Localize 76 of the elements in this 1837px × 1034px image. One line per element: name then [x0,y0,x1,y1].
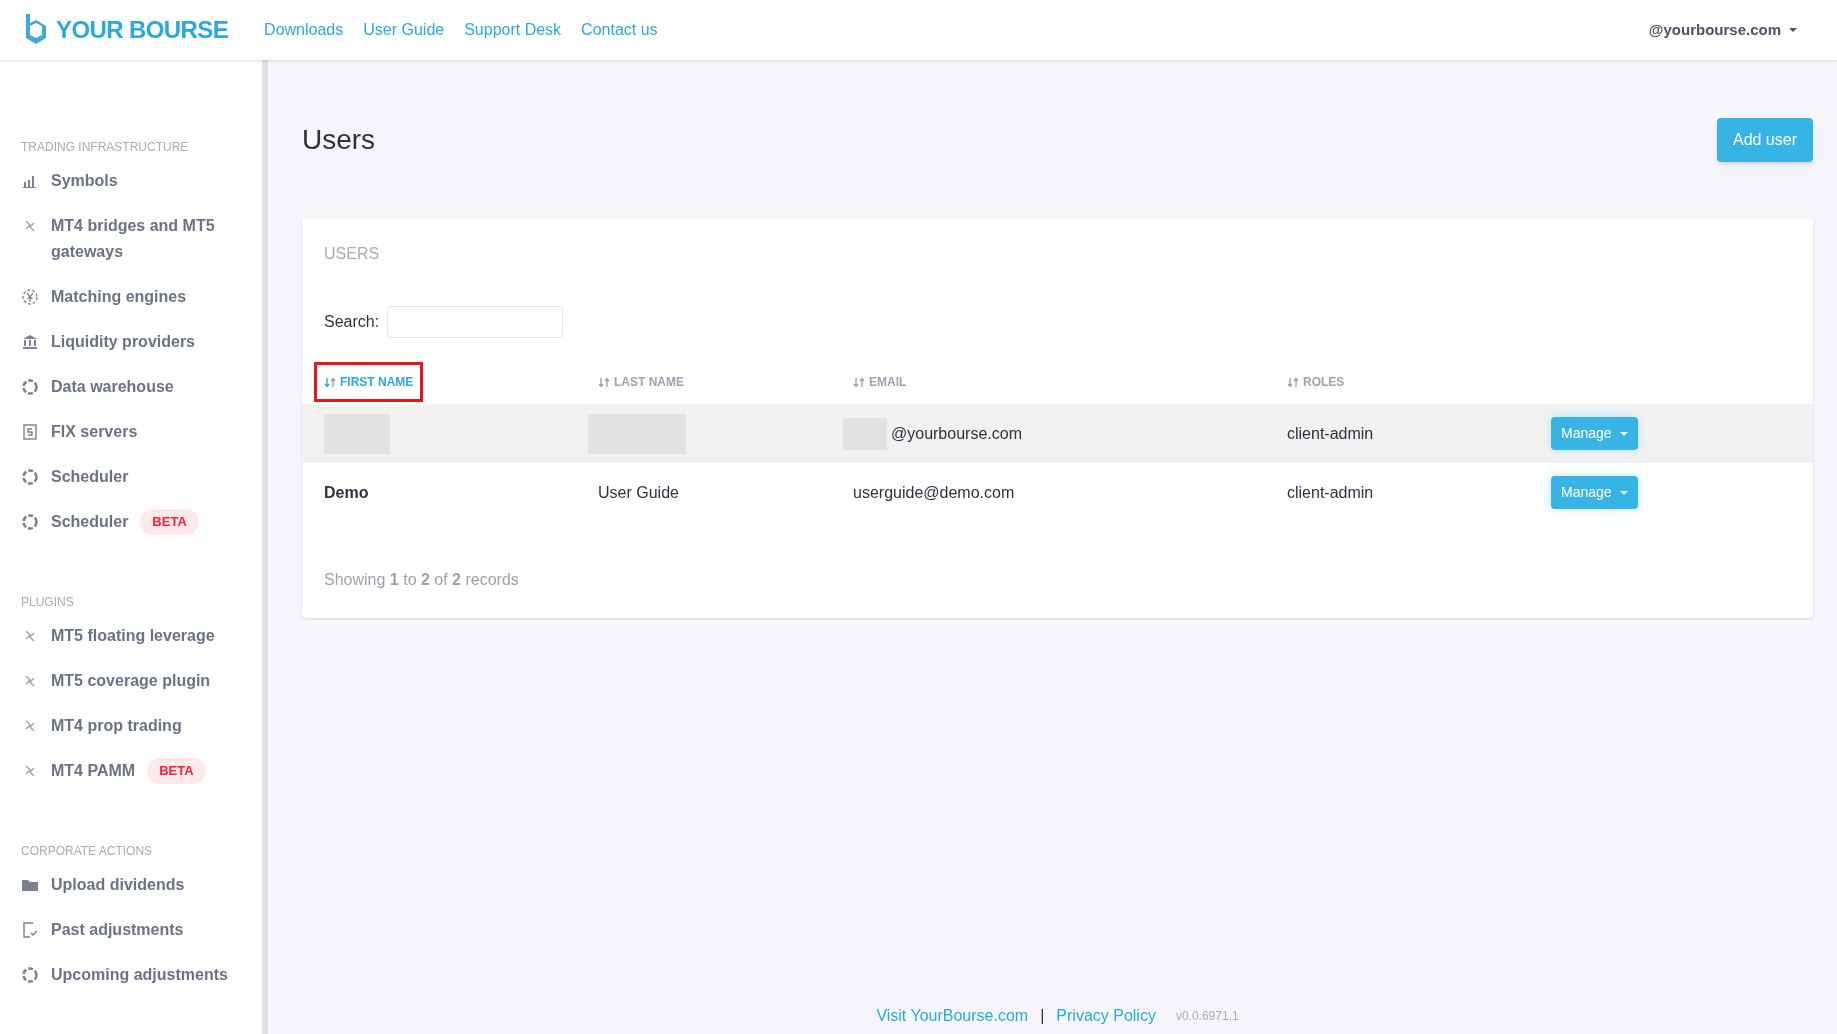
table-cell: client-admin [1287,483,1374,501]
beta-badge: BETA [147,758,206,784]
sidebar-item-label: FIX servers [51,422,138,442]
sidebar-item[interactable]: Data warehouse [21,374,241,400]
table-cell-text: @yourbourse.com [891,423,1022,444]
search-label: Search: [324,312,380,332]
sort-arrows-icon [324,376,336,388]
sidebar-item-label: MT5 floating leverage [51,626,215,646]
sidebar-item-label: MT4 bridges and MT5 gateways [51,216,216,262]
sidebar-item[interactable]: Scheduler BETA [21,509,241,535]
bank-icon [21,333,39,351]
footer-link[interactable]: Privacy Policy [1056,1004,1156,1028]
sidebar-item[interactable]: MT4 PAMM BETA [21,758,241,784]
sidebar-item-label: Matching engines [51,287,187,307]
search-field[interactable] [387,306,564,338]
sidebar-item[interactable]: Past adjustments [21,917,241,943]
checked-document-icon [21,921,39,939]
table-cell: Demo [324,483,369,501]
section-heading: CORPORATE ACTIONS [21,843,154,860]
section-heading: TRADING INFRASTRUCTURE [21,139,190,156]
nav-link[interactable]: Support Desk [464,18,562,42]
sidebar-item-label: MT5 coverage plugin [51,671,211,691]
nav-link[interactable]: User Guide [363,18,445,42]
logo-icon [24,14,48,46]
sidebar-item-label: Upload dividends [51,875,185,895]
sidebar-item[interactable]: MT5 coverage plugin [21,668,241,694]
caret-icon [1789,28,1797,32]
sidebar-item[interactable]: MT4 bridges and MT5 gateways [21,213,241,265]
version-label: v0.0.6971.1 [1175,1008,1239,1025]
page-title: Users [302,123,376,157]
sidebar-item[interactable]: FIX servers [21,419,241,445]
circle-icon [21,468,39,486]
table-cell: User Guide [598,483,679,501]
section-heading: PLUGINS [21,594,75,611]
sidebar-item-label: Symbols [51,171,118,191]
nav-link[interactable]: Downloads [264,18,344,42]
card-title: USERS [323,244,381,264]
yen-coin-icon [21,288,39,306]
sidebar-item[interactable]: Matching engines [21,284,241,310]
sidebar-item[interactable]: MT4 prop trading [21,713,241,739]
circle-icon [21,513,39,531]
column-header[interactable]: EMAIL [853,373,907,391]
sidebar-item[interactable]: Upcoming adjustments [21,962,241,988]
sidebar-item-label: MT4 PAMM [51,761,136,781]
sidebar-item-label: Liquidity providers [51,332,195,352]
sidebar-item[interactable]: Liquidity providers [21,329,241,355]
table-cell: client-admin [1287,424,1374,442]
circle-icon [21,378,39,396]
column-header[interactable]: ROLES [1287,373,1345,391]
sidebar-item[interactable]: Symbols [21,168,241,194]
document-icon [21,423,39,441]
sidebar-item-label: Scheduler [51,467,129,487]
sidebar-item-label: Upcoming adjustments [51,965,228,985]
column-header[interactable]: FIRST NAME [317,365,421,399]
sidebar-item-label: Past adjustments [51,920,184,940]
sidebar-item[interactable]: Scheduler [21,464,241,490]
footer-link[interactable]: Visit YourBourse.com [876,1004,1029,1028]
nav-link[interactable]: Contact us [581,18,658,42]
sidebar-item[interactable]: MT5 floating leverage [21,623,241,649]
beta-badge: BETA [140,509,199,535]
sidebar-item-label: MT4 prop trading [51,716,182,736]
account-menu[interactable]: @yourbourse.com [1648,18,1797,42]
sidebar-item[interactable]: Upload dividends [21,872,241,898]
sort-arrows-icon [598,376,610,388]
footer-separator: | [1040,1006,1045,1026]
sort-arrows-icon [853,376,865,388]
logo-text: YOUR BOURSE [56,15,229,45]
table-cell-text: userguide@demo.com [853,482,1015,503]
records-info: Showing 1 to 2 of 2 records [323,570,520,590]
caret-icon [1619,431,1628,436]
caret-icon [1619,490,1628,495]
sidebar-item-label: Data warehouse [51,377,174,397]
column-header[interactable]: LAST NAME [598,373,684,391]
sort-arrows-icon [1287,376,1299,388]
circle-icon [21,966,39,984]
sidebar-item-label: Scheduler [51,512,129,532]
